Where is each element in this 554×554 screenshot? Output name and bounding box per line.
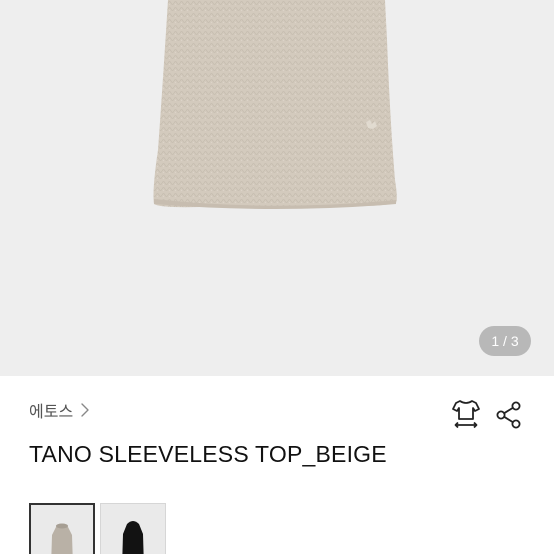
product-title: TANO SLEEVELESS TOP_BEIGE [29,441,387,467]
tshirt-size-icon[interactable] [450,398,482,430]
share-icon[interactable] [494,400,524,430]
brand-name: 에토스 [29,402,74,421]
thumbnail-black-image [101,504,165,554]
product-photo [153,0,397,209]
chevron-right-icon [81,403,89,417]
thumbnail-beige[interactable] [29,503,95,554]
brand-link[interactable]: 에토스 [29,398,91,422]
thumbnail-strip [29,503,166,554]
thumbnail-black[interactable] [100,503,166,554]
thumbnail-beige-image [31,505,93,554]
image-counter: 1 / 3 [479,326,531,356]
product-image-gallery[interactable]: 1 / 3 [0,0,554,376]
